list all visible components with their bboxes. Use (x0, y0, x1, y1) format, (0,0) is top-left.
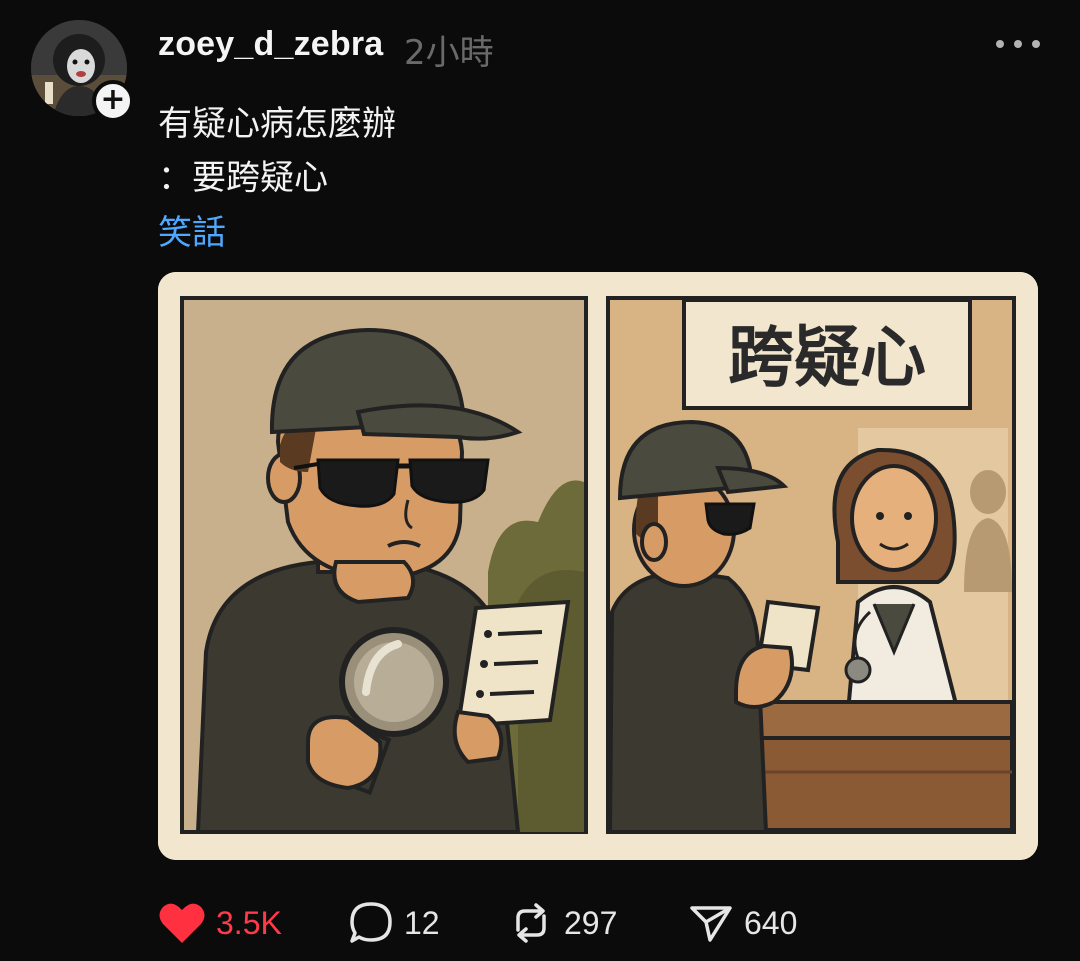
repost-button[interactable]: 297 (508, 893, 617, 953)
repost-icon (516, 903, 546, 943)
repost-count: 297 (564, 904, 618, 941)
share-button[interactable]: 640 (688, 893, 797, 953)
post-time: 2小時 (404, 33, 494, 73)
more-icon[interactable] (996, 36, 1040, 52)
comment-count: 12 (404, 904, 440, 941)
comic-illustration: 跨疑心 (158, 272, 1038, 860)
share-count: 640 (744, 904, 798, 941)
follow-button[interactable]: + (92, 80, 134, 122)
comment-button[interactable]: 12 (348, 893, 440, 953)
share-icon (690, 906, 732, 942)
plus-icon: + (100, 81, 126, 117)
post-text-line-1: 有疑心病怎麼辦 (158, 104, 396, 144)
comment-icon (350, 902, 392, 943)
heart-icon (159, 903, 205, 943)
right-panel: 跨疑心 (606, 296, 1016, 834)
like-button[interactable]: 3.5K (158, 893, 282, 953)
topic-tag[interactable]: 笑話 (158, 205, 226, 254)
sign-text: 跨疑心 (728, 319, 926, 396)
left-panel (180, 296, 588, 834)
post-image[interactable]: 跨疑心 (158, 272, 1038, 860)
like-count: 3.5K (216, 904, 282, 941)
username[interactable]: zoey_d_zebra (158, 25, 383, 64)
action-bar: 3.5K 12 297 640 (0, 893, 1080, 953)
post-text-line-2: ：要跨疑心 (158, 158, 328, 198)
